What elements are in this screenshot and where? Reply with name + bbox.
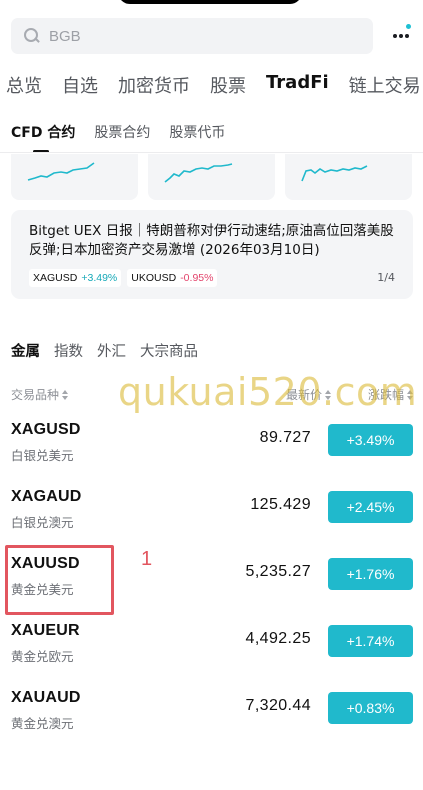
- table-row[interactable]: XAGAUD 白银兑澳元 125.429 +2.45%: [0, 473, 423, 540]
- column-symbol-label: 交易品种: [11, 388, 60, 402]
- daily-report-card[interactable]: Bitget UEX 日报｜特朗普称对伊行动速结;原油高位回落美股反弹;日本加密…: [11, 210, 413, 299]
- tab-watchlist[interactable]: 自选: [62, 72, 98, 100]
- row-symbol: XAUAUD: [11, 689, 81, 706]
- row-change-badge[interactable]: +3.49%: [328, 424, 413, 456]
- row-symbol: XAGAUD: [11, 488, 82, 505]
- tab-tradfi[interactable]: TradFi: [266, 72, 329, 100]
- tab-onchain[interactable]: 链上交易: [349, 72, 421, 100]
- dot: [399, 34, 403, 38]
- row-price: 5,235.27: [245, 563, 311, 580]
- search-input[interactable]: [49, 27, 349, 45]
- row-change-badge[interactable]: +2.45%: [328, 491, 413, 523]
- sort-icon: [62, 390, 69, 400]
- sparkline: [164, 163, 233, 183]
- row-symbol: XAUEUR: [11, 622, 80, 639]
- sub-tabs: CFD 合约 股票合约 股票代币: [11, 122, 244, 153]
- sort-icon: [325, 390, 331, 400]
- market-card[interactable]: [148, 154, 275, 200]
- device-notch: [118, 0, 302, 4]
- cat-tab-commodities[interactable]: 大宗商品: [140, 340, 198, 361]
- row-description: 白银兑澳元: [11, 515, 74, 530]
- table-row[interactable]: XAUEUR 黄金兑欧元 4,492.25 +1.74%: [0, 607, 423, 674]
- market-card[interactable]: [11, 154, 138, 200]
- subtab-stock-contracts[interactable]: 股票合约: [94, 122, 150, 152]
- table-row[interactable]: XAUAUD 黄金兑澳元 7,320.44 +0.83%: [0, 674, 423, 741]
- market-cards: [11, 154, 412, 200]
- row-price: 89.727: [259, 429, 311, 446]
- sparkline: [301, 165, 368, 182]
- chip-change: -0.95%: [180, 272, 214, 284]
- table-row[interactable]: XAUUSD 黄金兑美元 5,235.27 +1.76%: [0, 540, 423, 607]
- search-row: [11, 18, 413, 54]
- tab-stocks[interactable]: 股票: [210, 72, 246, 100]
- row-change-badge[interactable]: +1.76%: [328, 558, 413, 590]
- subtab-cfd[interactable]: CFD 合约: [11, 122, 75, 153]
- table-row[interactable]: XAGUSD 白银兑美元 89.727 +3.49%: [0, 406, 423, 473]
- report-chip[interactable]: XAGUSD +3.49%: [29, 269, 122, 287]
- tab-overview[interactable]: 总览: [6, 72, 42, 100]
- tab-crypto[interactable]: 加密货币: [118, 72, 190, 100]
- row-description: 黄金兑澳元: [11, 716, 74, 731]
- column-price-label: 最新价: [285, 388, 322, 402]
- row-description: 白银兑美元: [11, 448, 74, 463]
- annotation-number: 1: [141, 548, 153, 570]
- category-tabs: 金属 指数 外汇 大宗商品: [11, 340, 212, 361]
- chip-change: +3.49%: [81, 272, 118, 284]
- divider: [0, 152, 423, 153]
- search-box[interactable]: [11, 18, 373, 54]
- row-price: 7,320.44: [245, 697, 311, 714]
- sparkline: [27, 162, 95, 181]
- sort-icon: [407, 390, 413, 400]
- more-menu-icon[interactable]: [391, 24, 413, 42]
- market-card[interactable]: [285, 154, 412, 200]
- report-chip[interactable]: UKOUSD -0.95%: [127, 269, 218, 287]
- instrument-list: XAGUSD 白银兑美元 89.727 +3.49% XAGAUD 白银兑澳元 …: [0, 406, 423, 741]
- column-symbol[interactable]: 交易品种: [11, 386, 69, 403]
- row-description: 黄金兑欧元: [11, 649, 74, 664]
- table-header: 交易品种 最新价 涨跌幅: [11, 386, 413, 403]
- chip-symbol: XAGUSD: [33, 272, 78, 284]
- report-chips: XAGUSD +3.49% UKOUSD -0.95%: [29, 269, 223, 287]
- row-description: 黄金兑美元: [11, 582, 74, 597]
- row-price: 125.429: [250, 496, 311, 513]
- report-headline: Bitget UEX 日报｜特朗普称对伊行动速结;原油高位回落美股反弹;日本加密…: [29, 223, 394, 258]
- cat-tab-forex[interactable]: 外汇: [97, 340, 126, 361]
- cat-tab-metals[interactable]: 金属: [11, 340, 40, 361]
- chip-symbol: UKOUSD: [131, 272, 177, 284]
- row-price: 4,492.25: [245, 630, 311, 647]
- row-change-badge[interactable]: +1.74%: [328, 625, 413, 657]
- cat-tab-indices[interactable]: 指数: [54, 340, 83, 361]
- column-change-label: 涨跌幅: [367, 388, 404, 402]
- row-symbol: XAUUSD: [11, 555, 80, 572]
- column-price[interactable]: 最新价: [285, 386, 331, 403]
- report-page-indicator: 1/4: [377, 271, 395, 284]
- row-symbol: XAGUSD: [11, 421, 81, 438]
- search-icon: [24, 28, 40, 44]
- dot: [393, 34, 397, 38]
- main-tabs: 总览 自选 加密货币 股票 TradFi 链上交易: [6, 72, 423, 100]
- column-change[interactable]: 涨跌幅: [367, 386, 413, 403]
- subtab-stock-tokens[interactable]: 股票代币: [169, 122, 225, 152]
- dot: [405, 34, 409, 38]
- notification-dot: [406, 24, 411, 29]
- row-change-badge[interactable]: +0.83%: [328, 692, 413, 724]
